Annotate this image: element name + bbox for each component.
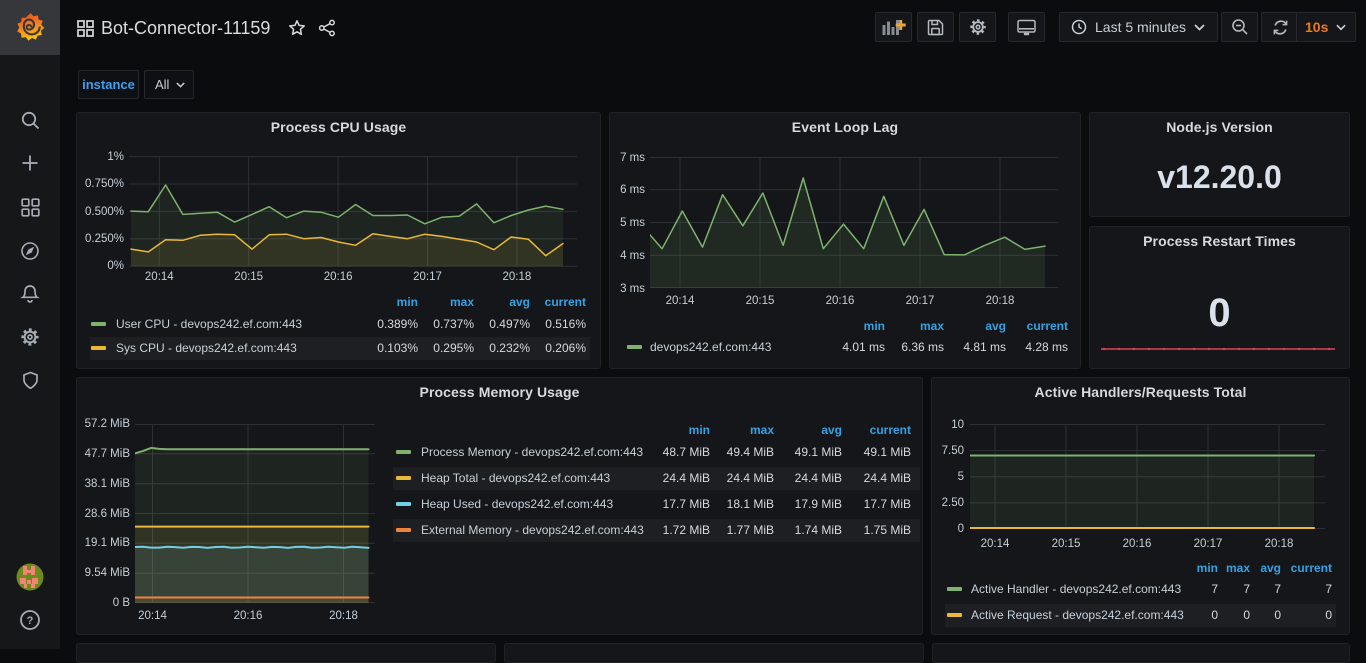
svg-text:?: ?	[27, 615, 34, 627]
